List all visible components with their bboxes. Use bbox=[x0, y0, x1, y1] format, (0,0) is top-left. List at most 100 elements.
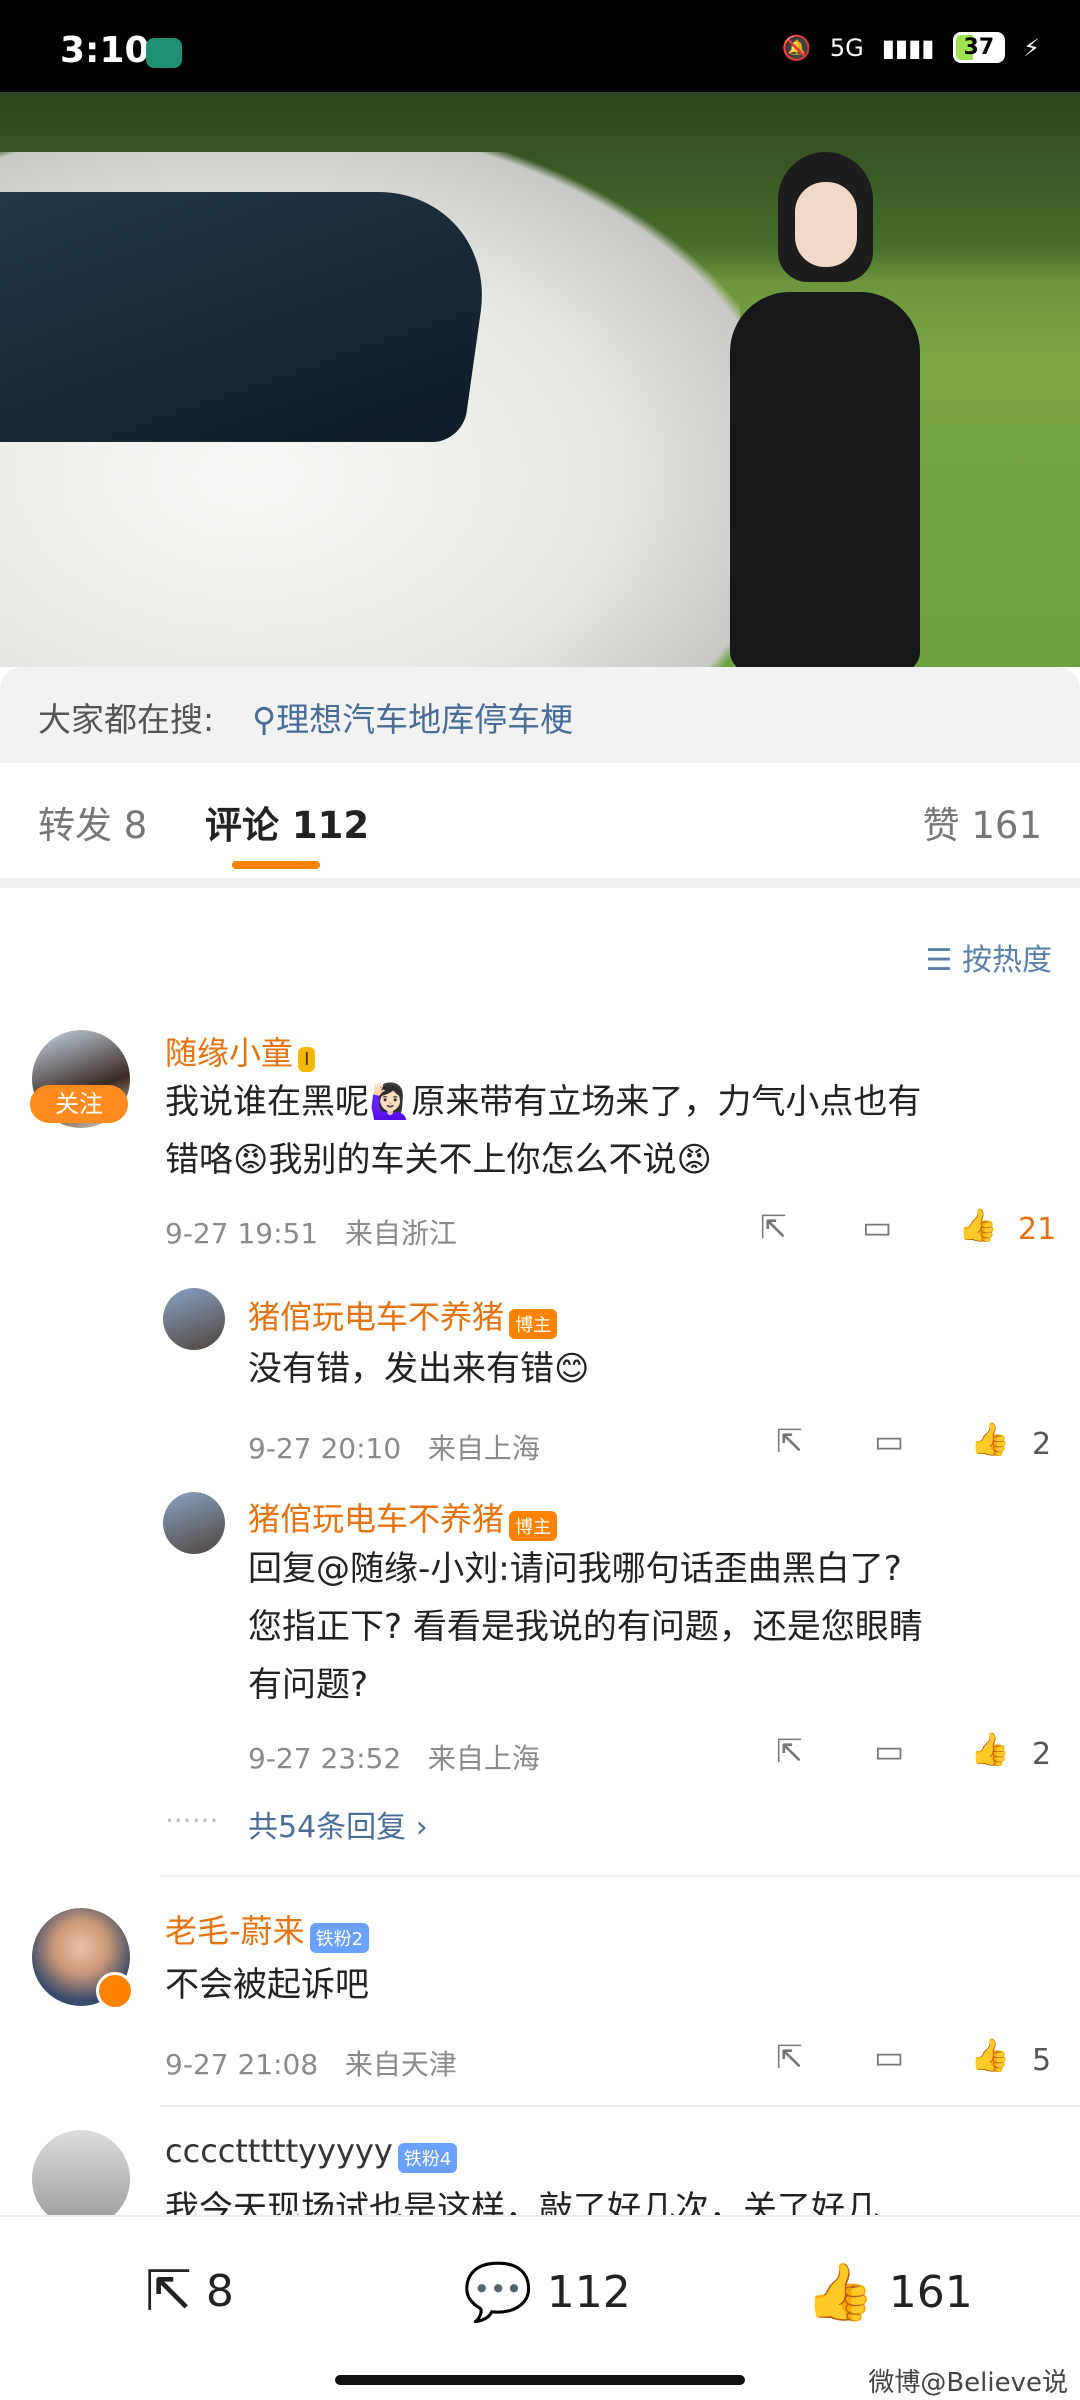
comment-divider bbox=[160, 1875, 1080, 1877]
reply-icon[interactable]: ▭ bbox=[874, 1732, 904, 1770]
reply-meta: 9-27 23:52 来自上海 bbox=[248, 1737, 540, 1777]
reply-time: 9-27 20:10 bbox=[248, 1432, 402, 1465]
like-count: 21 bbox=[1018, 1212, 1057, 1247]
interaction-tabs: 转发 8 评论 112 赞 161 bbox=[0, 763, 1080, 888]
reply-time: 9-27 23:52 bbox=[248, 1742, 402, 1775]
status-time: 3:10 bbox=[60, 30, 150, 71]
comment-divider bbox=[160, 2105, 1080, 2107]
more-replies-link[interactable]: 共54条回复 › bbox=[248, 1802, 428, 1846]
search-suggestion-bar[interactable]: 大家都在搜: ⚲理想汽车地库停车梗 bbox=[0, 667, 1080, 763]
reply-location: 来自上海 bbox=[427, 1432, 540, 1465]
watermark: 微博@Believe说 bbox=[868, 2368, 1068, 2398]
mute-icon: 🔕 bbox=[781, 33, 812, 62]
reply-text-line: 有问题? bbox=[248, 1665, 369, 1705]
reply-location: 来自上海 bbox=[427, 1742, 540, 1775]
home-indicator[interactable] bbox=[335, 2375, 745, 2385]
search-suggestion-label: 大家都在搜: bbox=[38, 700, 215, 739]
comment-text-line: 我说谁在黑呢🙋🏻‍♀️原来带有立场来了，力气小点也有 bbox=[165, 1082, 922, 1122]
like-icon[interactable]: 👍 bbox=[970, 2036, 1010, 2074]
network-label: 5G bbox=[829, 33, 864, 62]
black-dress bbox=[730, 292, 920, 667]
avatar[interactable] bbox=[163, 1492, 225, 1554]
like-icon[interactable]: 👍 bbox=[958, 1206, 998, 1244]
status-icons: 🔕 5G ▮▮▮▮ 37 ⚡ bbox=[782, 32, 1040, 63]
like-count: 2 bbox=[1032, 1427, 1052, 1462]
bottom-action-bar: ⇱ 8 💬 112 👍 161 bbox=[0, 2215, 1080, 2362]
white-car bbox=[0, 152, 740, 667]
comment-location: 来自天津 bbox=[344, 2048, 457, 2081]
sort-button[interactable]: ☰ 按热度 bbox=[926, 935, 1052, 979]
reply-text[interactable]: 没有错，发出来有错😊 bbox=[248, 1340, 589, 1398]
follow-button[interactable]: 关注 bbox=[30, 1085, 128, 1123]
like-icon: 👍 bbox=[805, 2260, 875, 2325]
reply-text[interactable]: 回复@随缘-小刘:请问我哪句话歪曲黑白了? 您指正下? 看看是我说的有问题，还是… bbox=[248, 1540, 1048, 1714]
reply-text-line: 回复@随缘-小刘:请问我哪句话歪曲黑白了? bbox=[248, 1549, 902, 1589]
comment-text[interactable]: 我今天现场试也是这样，敲了好几次，关了好几 bbox=[165, 2180, 879, 2215]
vip-crown-badge: I bbox=[298, 1047, 316, 1072]
app-notification-icon bbox=[146, 38, 182, 68]
search-suggestion-term[interactable]: ⚲理想汽车地库停车梗 bbox=[252, 693, 573, 741]
share-icon[interactable]: ⇱ bbox=[776, 1732, 803, 1770]
repost-count: 8 bbox=[205, 2266, 234, 2317]
share-icon[interactable]: ⇱ bbox=[776, 2038, 803, 2076]
like-count: 5 bbox=[1032, 2043, 1052, 2078]
tab-active-indicator bbox=[232, 861, 320, 869]
comment-header: 老毛-蔚来 铁粉2 bbox=[165, 1906, 370, 1953]
comment-location: 来自浙江 bbox=[344, 1217, 457, 1250]
post-image[interactable] bbox=[0, 92, 1080, 667]
share-icon[interactable]: ⇱ bbox=[760, 1208, 787, 1246]
fan-badge: 铁粉2 bbox=[309, 1922, 370, 1953]
share-icon: ⇱ bbox=[145, 2259, 192, 2324]
woman-figure bbox=[730, 152, 920, 667]
reply-meta: 9-27 20:10 来自上海 bbox=[248, 1427, 540, 1467]
comment-button[interactable]: 💬 112 bbox=[463, 2259, 631, 2325]
reply-header: 猪倌玩电车不养猪 博主 bbox=[248, 1292, 558, 1339]
tab-comments[interactable]: 评论 112 bbox=[205, 795, 369, 849]
comment-text[interactable]: 不会被起诉吧 bbox=[165, 1956, 369, 2014]
reply-username[interactable]: 猪倌玩电车不养猪 bbox=[248, 1500, 504, 1538]
repost-button[interactable]: ⇱ 8 bbox=[145, 2259, 234, 2324]
comment-username[interactable]: 老毛-蔚来 bbox=[165, 1912, 305, 1950]
comment-text-line: 错咯😡我别的车关不上你怎么不说😡 bbox=[165, 1140, 712, 1180]
like-count: 161 bbox=[888, 2266, 973, 2318]
avatar[interactable] bbox=[32, 2130, 130, 2228]
car-windshield bbox=[0, 192, 498, 442]
comment-icon: 💬 bbox=[463, 2260, 533, 2325]
avatar[interactable] bbox=[163, 1288, 225, 1350]
reply-icon[interactable]: ▭ bbox=[874, 2038, 904, 2076]
sort-label: 按热度 bbox=[962, 943, 1052, 978]
reply-text-line: 您指正下? 看看是我说的有问题，还是您眼睛 bbox=[248, 1607, 923, 1647]
share-icon[interactable]: ⇱ bbox=[776, 1422, 803, 1460]
blogger-badge: 博主 bbox=[509, 1308, 558, 1339]
dotted-leader: ······ bbox=[165, 1804, 219, 1837]
comment-username[interactable]: 随缘小童 bbox=[165, 1034, 293, 1072]
battery-icon: 37 bbox=[952, 32, 1006, 63]
sort-icon: ☰ bbox=[925, 943, 953, 978]
blogger-badge: 博主 bbox=[509, 1510, 558, 1541]
comment-meta: 9-27 21:08 来自天津 bbox=[165, 2043, 457, 2083]
verified-icon bbox=[96, 1972, 134, 2010]
reply-header: 猪倌玩电车不养猪 博主 bbox=[248, 1494, 558, 1541]
comment-time: 9-27 19:51 bbox=[165, 1217, 319, 1250]
signal-icon: ▮▮▮▮ bbox=[881, 33, 935, 62]
face bbox=[795, 182, 857, 267]
like-icon[interactable]: 👍 bbox=[970, 1420, 1010, 1458]
comment-meta: 9-27 19:51 来自浙江 bbox=[165, 1212, 457, 1252]
search-term-text: 理想汽车地库停车梗 bbox=[276, 700, 574, 739]
comment-username[interactable]: cccctttttyyyyy bbox=[165, 2132, 393, 2170]
comment-count: 112 bbox=[546, 2266, 631, 2318]
reply-icon[interactable]: ▭ bbox=[862, 1208, 892, 1246]
reply-username[interactable]: 猪倌玩电车不养猪 bbox=[248, 1298, 504, 1336]
like-button[interactable]: 👍 161 bbox=[805, 2259, 973, 2325]
comment-time: 9-27 21:08 bbox=[165, 2048, 319, 2081]
like-icon[interactable]: 👍 bbox=[970, 1730, 1010, 1768]
comment-text[interactable]: 我说谁在黑呢🙋🏻‍♀️原来带有立场来了，力气小点也有 错咯😡我别的车关不上你怎么… bbox=[165, 1073, 1045, 1189]
reply-icon[interactable]: ▭ bbox=[874, 1422, 904, 1460]
charging-icon: ⚡ bbox=[1023, 33, 1040, 62]
status-bar: 3:10 🔕 5G ▮▮▮▮ 37 ⚡ bbox=[0, 0, 1080, 92]
comment-header: 随缘小童 I bbox=[165, 1028, 316, 1074]
comment-header: cccctttttyyyyy 铁粉4 bbox=[165, 2132, 458, 2173]
tab-likes[interactable]: 赞 161 bbox=[923, 795, 1042, 849]
search-icon: ⚲ bbox=[252, 700, 277, 739]
tab-repost[interactable]: 转发 8 bbox=[38, 795, 147, 849]
